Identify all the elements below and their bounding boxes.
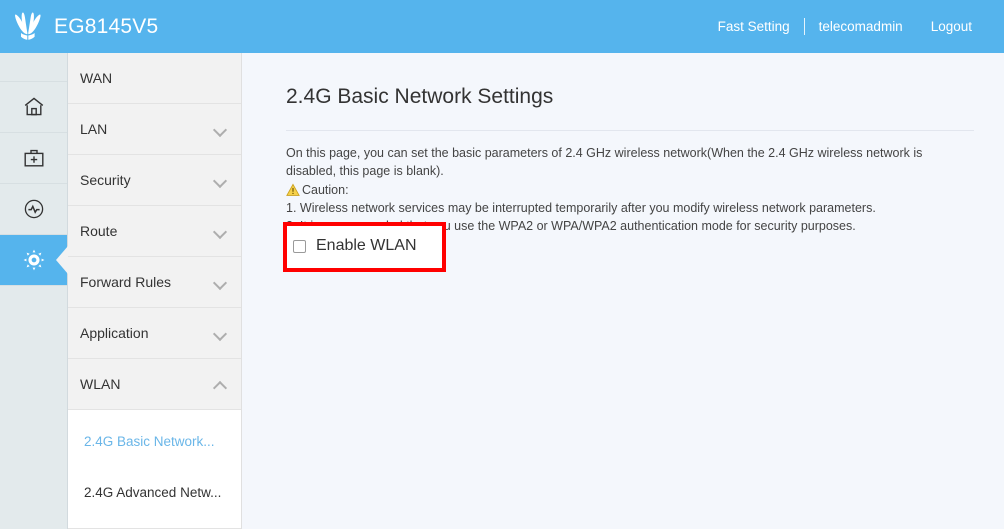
warning-triangle-icon — [286, 183, 300, 197]
username-link[interactable]: telecomadmin — [805, 19, 917, 34]
chevron-down-icon — [214, 327, 227, 340]
header-actions: Fast Setting telecomadmin Logout — [704, 18, 986, 35]
icon-rail — [0, 53, 68, 529]
brand: EG8145V5 — [10, 11, 159, 42]
enable-wlan-checkbox[interactable] — [293, 239, 306, 253]
header-divider — [803, 18, 805, 35]
brand-name: EG8145V5 — [54, 14, 159, 38]
enable-wlan-label: Enable WLAN — [316, 237, 417, 254]
caution-label: Caution: — [302, 183, 349, 197]
chevron-down-icon — [214, 174, 227, 187]
menu-item-label: Security — [80, 172, 131, 188]
menu-item-lan[interactable]: LAN — [68, 104, 241, 155]
enable-wlan-row[interactable]: Enable WLAN — [293, 237, 417, 255]
top-header: EG8145V5 Fast Setting telecomadmin Logou… — [0, 0, 1004, 53]
rail-item-status[interactable] — [0, 184, 67, 235]
chevron-down-icon — [214, 225, 227, 238]
rail-item-home[interactable] — [0, 82, 67, 133]
gear-icon — [21, 247, 47, 273]
caution-item-1: 1. Wireless network services may be inte… — [286, 201, 876, 215]
menu-item-wlan[interactable]: WLAN — [68, 359, 241, 410]
description-intro: On this page, you can set the basic para… — [286, 146, 923, 178]
nav-menu: WAN LAN Security Route Forward Rules App… — [68, 53, 242, 529]
chevron-up-icon — [214, 378, 227, 391]
chevron-down-icon — [214, 123, 227, 136]
main-content: 2.4G Basic Network Settings On this page… — [242, 53, 1004, 529]
menu-item-label: WAN — [80, 70, 113, 86]
fast-setting-link[interactable]: Fast Setting — [704, 19, 804, 34]
huawei-logo-icon — [10, 11, 46, 42]
gauge-icon — [22, 197, 46, 221]
wlan-submenu: 2.4G Basic Network... 2.4G Advanced Netw… — [68, 410, 241, 529]
logout-link[interactable]: Logout — [917, 19, 986, 34]
menu-item-label: WLAN — [80, 376, 121, 392]
title-divider — [286, 130, 974, 131]
chevron-down-icon — [214, 276, 227, 289]
submenu-item-label: 2.4G Advanced Netw... — [84, 485, 222, 500]
submenu-item-24g-advanced-network[interactable]: 2.4G Advanced Netw... — [68, 467, 241, 518]
menu-item-wan[interactable]: WAN — [68, 53, 241, 104]
home-icon — [22, 95, 46, 119]
rail-spacer — [0, 53, 67, 82]
caution-heading: Caution: — [286, 181, 946, 199]
menu-item-label: Route — [80, 223, 118, 239]
rail-item-settings[interactable] — [0, 235, 67, 286]
page-title: 2.4G Basic Network Settings — [286, 85, 554, 108]
first-aid-kit-icon — [22, 146, 46, 170]
submenu-item-24g-basic-network[interactable]: 2.4G Basic Network... — [68, 416, 241, 467]
menu-item-security[interactable]: Security — [68, 155, 241, 206]
menu-item-application[interactable]: Application — [68, 308, 241, 359]
menu-item-label: Application — [80, 325, 149, 341]
menu-item-label: Forward Rules — [80, 274, 172, 290]
menu-item-label: LAN — [80, 121, 108, 137]
rail-item-diagnosis[interactable] — [0, 133, 67, 184]
menu-item-route[interactable]: Route — [68, 206, 241, 257]
menu-item-forward-rules[interactable]: Forward Rules — [68, 257, 241, 308]
submenu-item-label: 2.4G Basic Network... — [84, 434, 215, 449]
